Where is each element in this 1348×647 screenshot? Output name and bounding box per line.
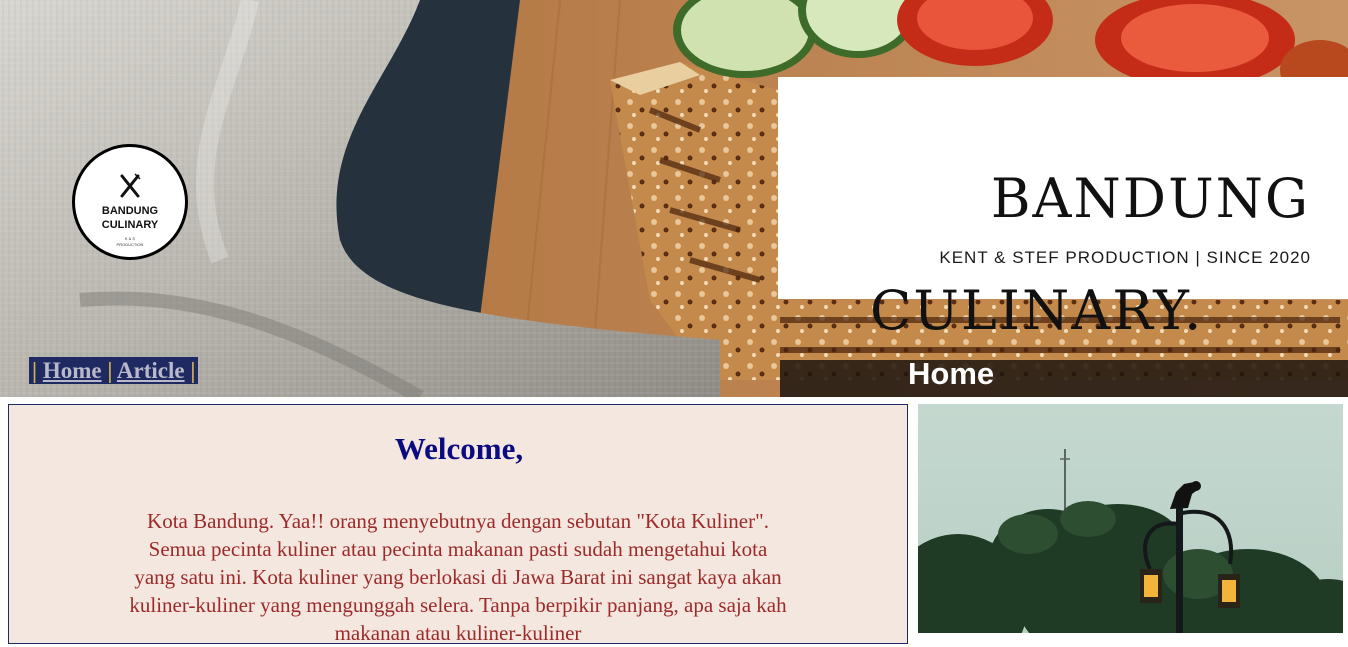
side-photo-street-lamp <box>918 404 1343 633</box>
brand-card: BANDUNG CULINARY. KENT & STEF PRODUCTION… <box>778 77 1348 339</box>
nav-separator: | <box>190 358 196 383</box>
logo-text-ks: K & S <box>124 236 136 241</box>
header-banner: BANDUNG CULINARY K & S PRODUCTION BANDUN… <box>0 0 1348 397</box>
fork-and-knife-icon <box>119 173 141 204</box>
brand-title-line1: BANDUNG <box>990 167 1310 230</box>
nav-link-home[interactable]: Home <box>43 358 102 383</box>
welcome-paragraph: Kota Bandung. Yaa!! orang menyebutnya de… <box>129 509 787 645</box>
site-logo: BANDUNG CULINARY K & S PRODUCTION <box>72 144 188 260</box>
nav-link-article[interactable]: Article <box>117 358 185 383</box>
brand-title-line2: CULINARY. <box>870 279 1204 342</box>
welcome-section: Welcome, Kota Bandung. Yaa!! orang menye… <box>8 404 908 645</box>
street-lamp-photo <box>918 404 1343 633</box>
main-nav: | Home | Article | <box>29 357 199 384</box>
nav-separator: | <box>32 358 38 383</box>
logo-text-culinary: CULINARY <box>101 219 159 231</box>
logo-text-bandung: BANDUNG <box>101 205 159 217</box>
logo-text-production: PRODUCTION <box>116 242 144 247</box>
nav-separator: | <box>107 358 113 383</box>
brand-subtitle: KENT & STEF PRODUCTION | SINCE 2020 <box>939 248 1311 267</box>
welcome-heading: Welcome, <box>394 431 524 466</box>
page-title: Home <box>908 356 995 391</box>
